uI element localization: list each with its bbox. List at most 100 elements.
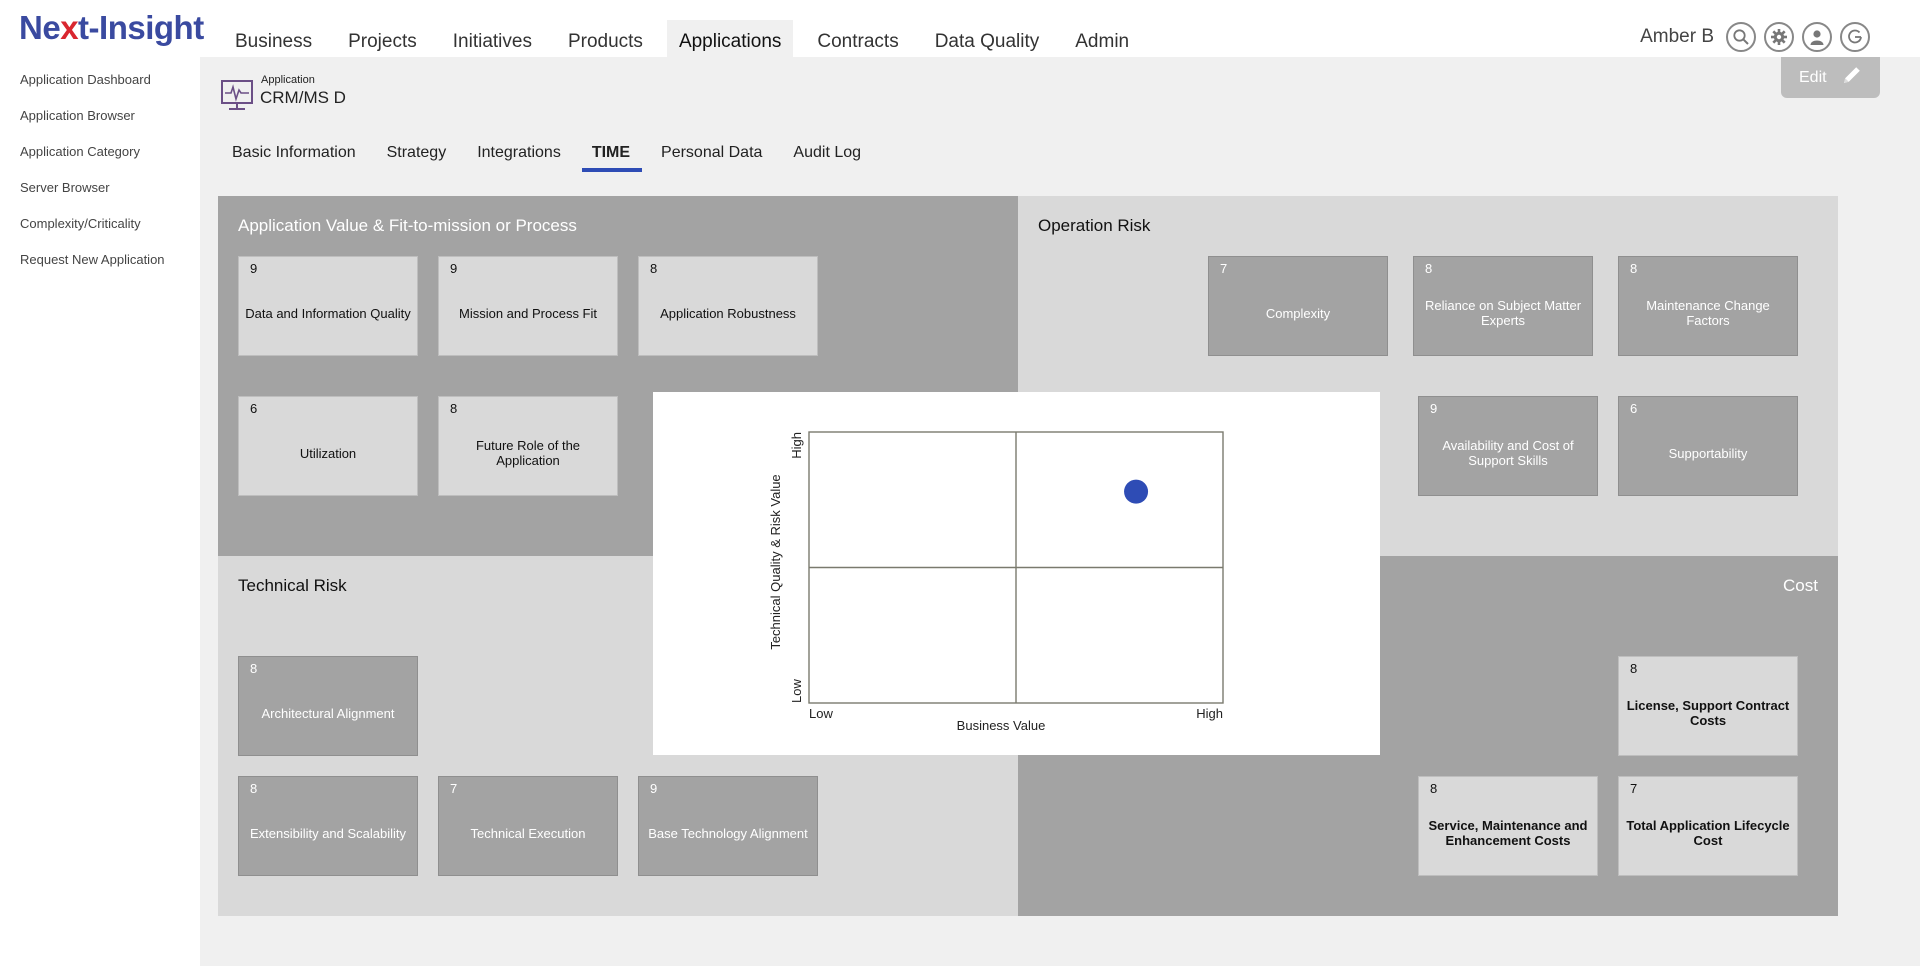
tile-total-application-lifecycle-cost[interactable]: 7 Total Application Lifecycle Cost (1618, 776, 1798, 876)
edit-button-label: Edit (1799, 68, 1827, 86)
main-nav: Business Projects Initiatives Products A… (223, 20, 1153, 57)
tile-label: Mission and Process Fit (459, 305, 597, 321)
tile-label: Complexity (1265, 305, 1331, 321)
tile-application-robustness[interactable]: 8 Application Robustness (638, 256, 818, 356)
logo-text-x: x (60, 9, 79, 46)
tile-label: Maintenance Change Factors (1646, 298, 1770, 328)
x-tick-low: Low (809, 706, 833, 721)
nav-business[interactable]: Business (223, 20, 324, 57)
tab-personal-data[interactable]: Personal Data (661, 142, 762, 172)
panel-title-application-value: Application Value & Fit-to-mission or Pr… (238, 216, 577, 235)
tile-mission-process-fit[interactable]: 9 Mission and Process Fit (438, 256, 618, 356)
tab-strategy[interactable]: Strategy (387, 142, 447, 172)
application-type-label: Application (261, 74, 315, 86)
tile-score: 8 (250, 661, 258, 676)
logout-icon[interactable] (1840, 22, 1870, 52)
tile-label: Data and Information Quality (245, 305, 411, 321)
tile-label: Technical Execution (470, 825, 586, 841)
nav-data-quality[interactable]: Data Quality (923, 20, 1052, 57)
sidebar-item-application-dashboard[interactable]: Application Dashboard (0, 72, 200, 108)
tile-score: 9 (450, 261, 458, 276)
tile-label: Extensibility and Scalability (249, 825, 407, 841)
tile-complexity[interactable]: 7 Complexity (1208, 256, 1388, 356)
tab-audit-log[interactable]: Audit Log (793, 142, 861, 172)
tile-supportability[interactable]: 6 Supportability (1618, 396, 1798, 496)
tile-base-technology-alignment[interactable]: 9 Base Technology Alignment (638, 776, 818, 876)
tab-time[interactable]: TIME (581, 142, 643, 172)
panel-title-cost: Cost (1783, 576, 1818, 595)
sidebar-item-request-new-application[interactable]: Request New Application (0, 252, 200, 288)
search-icon[interactable] (1726, 22, 1756, 52)
application-name: CRM/MS D (260, 88, 346, 107)
time-quadrant-svg: Low High Business Value High Low Technic… (768, 431, 1224, 733)
tile-score: 7 (1630, 781, 1638, 796)
sidebar-item-application-category[interactable]: Application Category (0, 144, 200, 180)
sidebar-item-server-browser[interactable]: Server Browser (0, 180, 200, 216)
tile-score: 6 (250, 401, 258, 416)
user-name[interactable]: Amber B (1640, 26, 1714, 48)
panel-title-technical-risk: Technical Risk (238, 576, 347, 595)
logo[interactable]: Next-Insight (19, 9, 204, 47)
sidebar: Application Dashboard Application Browse… (0, 57, 200, 966)
tile-reliance-on-sme[interactable]: 8 Reliance on Subject Matter Experts (1413, 256, 1593, 356)
tile-score: 8 (450, 401, 458, 416)
tile-maintenance-change-factors[interactable]: 8 Maintenance Change Factors (1618, 256, 1798, 356)
tile-license-support-contract-costs[interactable]: 8 License, Support Contract Costs (1618, 656, 1798, 756)
logo-text-1: Ne (19, 9, 61, 46)
tile-label: License, Support Contract Costs (1626, 698, 1790, 728)
tile-technical-execution[interactable]: 7 Technical Execution (438, 776, 618, 876)
data-point-0[interactable] (1124, 479, 1149, 504)
tile-service-maintenance-enhancement-costs[interactable]: 8 Service, Maintenance and Enhancement Co… (1418, 776, 1598, 876)
application-monitor-icon (220, 78, 254, 112)
tile-extensibility-scalability[interactable]: 8 Extensibility and Scalability (238, 776, 418, 876)
nav-products[interactable]: Products (556, 20, 655, 57)
tile-utilization[interactable]: 6 Utilization (238, 396, 418, 496)
user-icon[interactable] (1802, 22, 1832, 52)
tile-label: Future Role of the Application (475, 438, 581, 468)
tile-score: 8 (1630, 661, 1638, 676)
tile-label: Base Technology Alignment (648, 825, 808, 841)
tile-score: 8 (1630, 261, 1638, 276)
pencil-icon (1841, 64, 1863, 91)
tile-label: Availability and Cost of Support Skills (1442, 438, 1574, 468)
tile-label: Application Robustness (660, 305, 796, 321)
time-quadrant-chart: Low High Business Value High Low Technic… (653, 392, 1380, 755)
panel-title-operation-risk: Operation Risk (1038, 216, 1151, 235)
sidebar-item-complexity-criticality[interactable]: Complexity/Criticality (0, 216, 200, 252)
nav-admin[interactable]: Admin (1063, 20, 1141, 57)
tile-availability-cost-support-skills[interactable]: 9 Availability and Cost of Support Skills (1418, 396, 1598, 496)
y-axis-label: Technical Quality & Risk Value (768, 474, 783, 649)
logo-text-2: t-Insight (78, 9, 204, 46)
tile-score: 7 (1220, 261, 1228, 276)
top-bar: Next-Insight Business Projects Initiativ… (0, 0, 1920, 57)
tile-label: Architectural Alignment (261, 705, 395, 721)
nav-projects[interactable]: Projects (336, 20, 429, 57)
tile-score: 8 (250, 781, 258, 796)
nav-contracts[interactable]: Contracts (805, 20, 910, 57)
tile-score: 6 (1630, 401, 1638, 416)
tab-basic-information[interactable]: Basic Information (232, 142, 356, 172)
tile-label: Utilization (299, 445, 357, 461)
x-tick-high: High (1196, 706, 1223, 721)
y-tick-low: Low (789, 679, 804, 703)
gear-icon[interactable] (1764, 22, 1794, 52)
tile-label: Supportability (1668, 445, 1748, 461)
tile-data-information-quality[interactable]: 9 Data and Information Quality (238, 256, 418, 356)
tile-label: Service, Maintenance and Enhancement Cos… (1428, 818, 1588, 848)
tile-label: Total Application Lifecycle Cost (1626, 818, 1790, 848)
tile-score: 8 (650, 261, 658, 276)
tile-future-role[interactable]: 8 Future Role of the Application (438, 396, 618, 496)
tile-score: 7 (450, 781, 458, 796)
tile-architectural-alignment[interactable]: 8 Architectural Alignment (238, 656, 418, 756)
nav-applications[interactable]: Applications (666, 20, 794, 57)
nav-initiatives[interactable]: Initiatives (441, 20, 544, 57)
tile-score: 9 (1430, 401, 1438, 416)
sidebar-item-application-browser[interactable]: Application Browser (0, 108, 200, 144)
tab-bar: Basic Information Strategy Integrations … (232, 142, 892, 172)
x-axis-label: Business Value (957, 718, 1046, 733)
header-icons (1726, 22, 1870, 52)
tile-score: 8 (1425, 261, 1433, 276)
edit-button[interactable]: Edit (1781, 57, 1880, 98)
tab-integrations[interactable]: Integrations (477, 142, 561, 172)
tile-score: 8 (1430, 781, 1438, 796)
